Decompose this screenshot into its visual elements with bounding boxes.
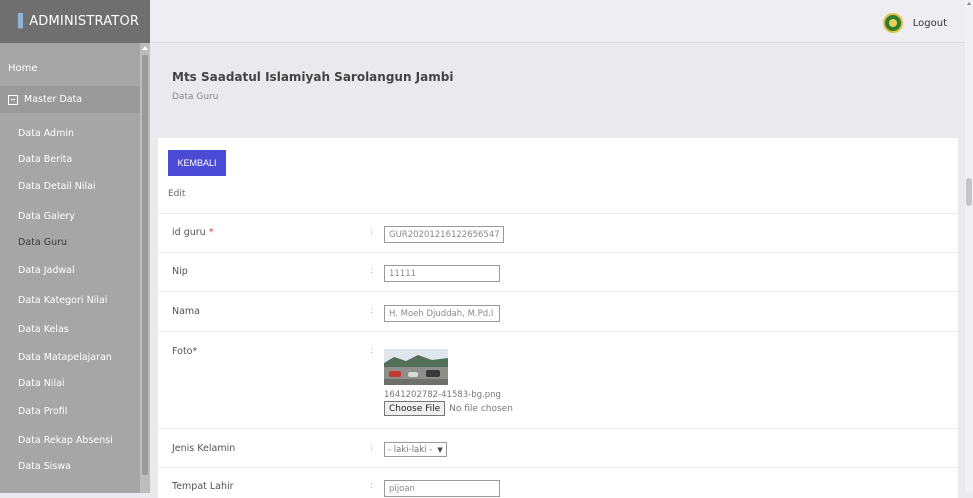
page-header: Mts Saadatul Islamiyah Sarolangun Jambi … — [150, 44, 965, 138]
id-guru-label-text: id guru — [172, 227, 206, 238]
sidebar-item-label: Data Siswa — [18, 461, 71, 472]
sidebar-item-label: Data Matapelajaran — [18, 352, 112, 363]
field-colon: : — [370, 346, 374, 356]
chevron-down-icon: ▼ — [437, 445, 443, 454]
brand-title: ADMINISTRATOR — [29, 14, 140, 29]
sidebar-item-label: Data Jadwal — [18, 265, 75, 276]
choose-file-button[interactable]: Choose File — [384, 401, 446, 416]
sidebar-item-home[interactable]: Home — [0, 55, 140, 82]
photo-thumbnail — [384, 349, 448, 385]
sidebar-item-label: Data Kategori Nilai — [18, 295, 108, 306]
divider — [158, 467, 958, 468]
edit-form-card: KEMBALI Edit id guru * : GUR202012161226… — [158, 138, 958, 498]
sidebar-item-data-kategori-nilai[interactable]: Data Kategori Nilai — [0, 287, 140, 314]
divider — [158, 428, 958, 429]
field-colon: : — [370, 266, 374, 276]
logout-link[interactable]: Logout — [913, 18, 947, 29]
divider — [158, 291, 958, 292]
divider — [158, 213, 958, 214]
sidebar: ▌ ADMINISTRATOR Home Master Data Data Ad… — [0, 0, 150, 493]
field-colon: : — [370, 227, 374, 237]
field-colon: : — [370, 443, 374, 453]
sidebar-item-data-galery[interactable]: Data Galery — [0, 203, 140, 230]
select-value: - laki-laki - — [388, 444, 433, 455]
sidebar-item-label: Data Detail Nilai — [18, 181, 96, 192]
sidebar-scroll-thumb[interactable] — [142, 55, 148, 475]
page-scroll-thumb[interactable] — [966, 178, 972, 206]
tempat-lahir-input[interactable]: pijoan — [384, 480, 500, 497]
logout-area[interactable]: Logout — [882, 13, 947, 33]
sidebar-item-data-matapelajaran[interactable]: Data Matapelajaran — [0, 344, 140, 371]
table-icon — [8, 94, 18, 105]
nama-input[interactable]: H. Moeh Djuddah, M.Pd.I — [384, 305, 500, 322]
sidebar-item-label: Home — [8, 63, 38, 74]
sidebar-item-data-siswa[interactable]: Data Siswa — [0, 453, 140, 480]
sidebar-item-label: Data Nilai — [18, 378, 65, 389]
id-guru-input[interactable]: GUR20201216122656547 — [384, 226, 504, 243]
page-scrollbar[interactable] — [965, 0, 973, 493]
school-emblem-icon — [882, 13, 903, 33]
sidebar-item-label: Data Rekap Absensi — [18, 435, 113, 446]
form-mode-label: Edit — [168, 189, 186, 199]
breadcrumb: Data Guru — [172, 92, 219, 102]
sidebar-item-data-detail-nilai[interactable]: Data Detail Nilai — [0, 173, 140, 200]
sidebar-item-data-guru[interactable]: Data Guru — [0, 229, 140, 256]
sidebar-item-data-jadwal[interactable]: Data Jadwal — [0, 257, 140, 284]
tempat-lahir-label: Tempat Lahir — [172, 481, 234, 492]
photo-thumbnail-image — [384, 349, 448, 385]
scroll-up-arrow-icon[interactable] — [967, 2, 971, 5]
sidebar-item-data-admin[interactable]: Data Admin — [0, 120, 140, 147]
required-asterisk: * — [208, 227, 214, 238]
back-button[interactable]: KEMBALI — [168, 150, 226, 176]
brand-accent-icon: ▌ — [18, 14, 29, 29]
foto-label: Foto* — [172, 346, 198, 357]
jenis-kelamin-label: Jenis Kelamin — [172, 443, 236, 454]
current-file-name: 1641202782-41583-bg.png — [384, 390, 501, 400]
jenis-kelamin-select[interactable]: - laki-laki - ▼ — [384, 442, 447, 457]
sidebar-item-data-rekap-absensi[interactable]: Data Rekap Absensi — [0, 427, 140, 454]
sidebar-item-label: Master Data — [24, 94, 83, 105]
sidebar-item-label: Data Guru — [18, 237, 68, 248]
nama-label: Nama — [172, 306, 201, 317]
nip-label: Nip — [172, 266, 188, 277]
sidebar-item-label: Data Berita — [18, 154, 73, 165]
brand-bar: ▌ ADMINISTRATOR — [0, 0, 150, 43]
nip-input[interactable]: 11111 — [384, 265, 500, 282]
sidebar-item-label: Data Profil — [18, 406, 68, 417]
field-colon: : — [370, 306, 374, 316]
no-file-text: No file chosen — [449, 403, 513, 414]
id-guru-label: id guru * — [172, 227, 213, 238]
divider — [158, 331, 958, 332]
sidebar-item-data-profil[interactable]: Data Profil — [0, 398, 140, 425]
page-title: Mts Saadatul Islamiyah Sarolangun Jambi — [172, 70, 454, 84]
sidebar-item-master-data[interactable]: Master Data — [0, 86, 140, 113]
top-bar: Logout — [150, 0, 965, 43]
sidebar-item-label: Data Kelas — [18, 324, 69, 335]
sidebar-item-label: Data Admin — [18, 128, 74, 139]
sidebar-item-data-nilai[interactable]: Data Nilai — [0, 370, 140, 397]
scroll-up-arrow-icon[interactable] — [142, 46, 148, 50]
sidebar-item-data-kelas[interactable]: Data Kelas — [0, 316, 140, 343]
sidebar-item-label: Data Galery — [18, 211, 75, 222]
field-colon: : — [370, 481, 374, 491]
divider — [158, 252, 958, 253]
file-input[interactable]: Choose File No file chosen — [384, 401, 513, 416]
sidebar-item-data-berita[interactable]: Data Berita — [0, 146, 140, 173]
sidebar-scrollbar[interactable] — [140, 43, 150, 493]
